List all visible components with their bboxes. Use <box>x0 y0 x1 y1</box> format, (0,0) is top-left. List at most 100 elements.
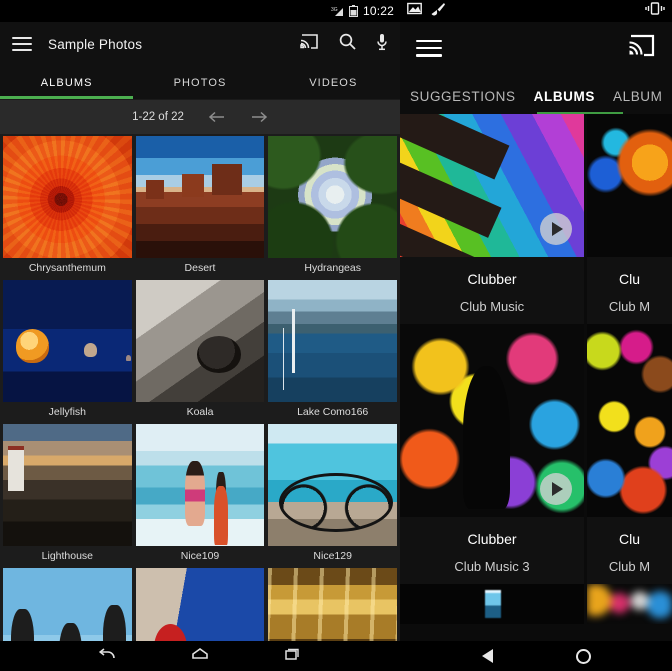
photo-caption: Jellyfish <box>48 406 87 418</box>
hamburger-menu-icon[interactable] <box>416 39 442 57</box>
tab-suggestions[interactable]: SUGGESTIONS <box>410 89 516 114</box>
status-time: 10:22 <box>362 4 394 18</box>
album-item[interactable]: Clu Club M <box>587 114 672 324</box>
recent-apps-icon[interactable] <box>283 646 303 667</box>
back-triangle-icon[interactable] <box>481 649 493 663</box>
pagination-bar: 1-22 of 22 <box>0 100 400 134</box>
photo-grid-row: Jellyfish Koala Lake Como166 <box>0 280 400 422</box>
photo-thumbnail-penguins[interactable] <box>3 568 132 641</box>
left-navigation-bar <box>0 641 400 671</box>
home-icon[interactable] <box>190 646 210 667</box>
album-item[interactable]: Clubber Club Music <box>400 114 584 324</box>
tab-albums[interactable]: ALBUMS <box>534 89 595 114</box>
photo-grid-row: Lighthouse Nice109 Nice129 <box>0 424 400 566</box>
arrow-right-icon[interactable] <box>250 111 268 123</box>
album-item[interactable]: Clubber Club Music 3 <box>400 324 584 584</box>
cast-icon[interactable] <box>628 33 656 63</box>
back-arrow-icon[interactable] <box>97 646 117 667</box>
album-title: Clu <box>618 531 640 547</box>
album-grid[interactable]: Clubber Club Music Clu Club M Clubber Cl… <box>400 114 672 641</box>
battery-icon <box>348 5 358 17</box>
album-artwork-partial[interactable] <box>587 584 672 624</box>
photo-thumbnail-nice109[interactable] <box>135 424 265 546</box>
photo-thumbnail-lighthouse[interactable] <box>3 424 132 546</box>
image-icon <box>407 2 422 20</box>
album-subtitle: Club Music <box>459 299 525 314</box>
photo-caption: Lake Como166 <box>297 406 369 418</box>
vibrate-icon <box>645 2 665 19</box>
photo-cell[interactable]: Nice129 <box>268 424 398 566</box>
hamburger-menu-icon[interactable] <box>12 37 32 51</box>
photo-thumbnail-desert[interactable] <box>135 136 265 258</box>
album-artwork-club-music[interactable] <box>400 114 584 257</box>
photo-cell[interactable]: Lighthouse <box>3 424 132 566</box>
album-grid-row: Clubber Club Music Clu Club M <box>400 114 672 324</box>
tab-videos[interactable]: VIDEOS <box>267 66 400 99</box>
left-device-photos-app: 3G 10:22 Sample Photos ALBUMS PHOTOS VID… <box>0 0 400 671</box>
tab-album-artists[interactable]: ALBUM <box>613 89 663 114</box>
right-navigation-bar <box>400 641 672 671</box>
photo-cell[interactable]: Koala <box>135 280 265 422</box>
album-title: Clu <box>618 271 640 287</box>
photo-thumbnail-nice129[interactable] <box>268 424 398 546</box>
photo-thumbnail-chrysanthemum[interactable] <box>3 136 132 258</box>
photo-caption: Nice109 <box>180 550 220 562</box>
album-artwork-club-music-3[interactable] <box>400 324 584 517</box>
home-circle-icon[interactable] <box>575 648 591 664</box>
photo-thumbnail-golden-lights[interactable] <box>268 568 398 641</box>
album-grid-row: Clubber Club Music 3 Clu Club M <box>400 324 672 584</box>
dual-device-screenshot: 3G 10:22 Sample Photos ALBUMS PHOTOS VID… <box>0 0 672 671</box>
photo-cell[interactable]: Chrysanthemum <box>3 136 132 278</box>
right-app-bar <box>400 22 672 74</box>
right-status-bar <box>400 0 672 22</box>
left-app-bar: Sample Photos <box>0 22 400 66</box>
photo-grid[interactable]: Chrysanthemum Desert Hydrangeas Jellyfis… <box>0 134 400 641</box>
microphone-icon[interactable] <box>376 33 388 56</box>
page-title: Sample Photos <box>48 36 143 52</box>
photo-cell[interactable]: Lake Como166 <box>268 280 398 422</box>
album-grid-row-partial <box>400 584 672 624</box>
photo-cell[interactable]: Hydrangeas <box>268 136 398 278</box>
photo-grid-row: Chrysanthemum Desert Hydrangeas <box>0 136 400 278</box>
photo-thumbnail-lake-como[interactable] <box>268 280 398 402</box>
photo-caption: Koala <box>186 406 214 418</box>
photo-thumbnail-jellyfish[interactable] <box>3 280 132 402</box>
photo-cell[interactable] <box>135 568 265 641</box>
album-item[interactable] <box>587 584 672 624</box>
search-icon[interactable] <box>339 33 356 55</box>
play-icon[interactable] <box>540 473 572 505</box>
photo-cell[interactable]: Jellyfish <box>3 280 132 422</box>
photo-caption: Nice129 <box>313 550 352 562</box>
left-status-bar: 3G 10:22 <box>0 0 400 22</box>
photo-caption: Desert <box>184 262 216 274</box>
photo-cell[interactable] <box>3 568 132 641</box>
album-subtitle: Club M <box>608 559 651 574</box>
left-tab-bar: ALBUMS PHOTOS VIDEOS <box>0 66 400 100</box>
photo-thumbnail-hydrangeas[interactable] <box>268 136 398 258</box>
photo-thumbnail-red-blue[interactable] <box>135 568 265 641</box>
album-subtitle: Club Music 3 <box>454 559 530 574</box>
right-device-music-app: SUGGESTIONS ALBUMS ALBUM Clubber Club Mu… <box>400 0 672 671</box>
album-item[interactable] <box>400 584 584 624</box>
album-artwork-partial[interactable] <box>587 114 672 257</box>
pagination-count: 1-22 of 22 <box>132 111 184 123</box>
tab-albums[interactable]: ALBUMS <box>0 66 133 99</box>
photo-caption: Chrysanthemum <box>28 262 106 274</box>
album-artwork-partial[interactable] <box>400 584 584 624</box>
cast-icon[interactable] <box>300 33 319 55</box>
photo-cell[interactable]: Nice109 <box>135 424 265 566</box>
album-artwork-partial[interactable] <box>587 324 672 517</box>
photo-cell[interactable] <box>268 568 398 641</box>
album-title: Clubber <box>467 531 517 547</box>
svg-text:3G: 3G <box>331 7 338 13</box>
photo-thumbnail-koala[interactable] <box>135 280 265 402</box>
play-icon[interactable] <box>540 213 572 245</box>
album-title: Clubber <box>467 271 517 287</box>
arrow-left-icon[interactable] <box>208 111 226 123</box>
album-item[interactable]: Clu Club M <box>587 324 672 584</box>
active-tab-indicator <box>0 96 134 99</box>
photo-cell[interactable]: Desert <box>135 136 265 278</box>
photo-caption: Lighthouse <box>41 550 94 562</box>
photo-grid-row-partial <box>0 568 400 641</box>
tab-photos[interactable]: PHOTOS <box>133 66 266 99</box>
